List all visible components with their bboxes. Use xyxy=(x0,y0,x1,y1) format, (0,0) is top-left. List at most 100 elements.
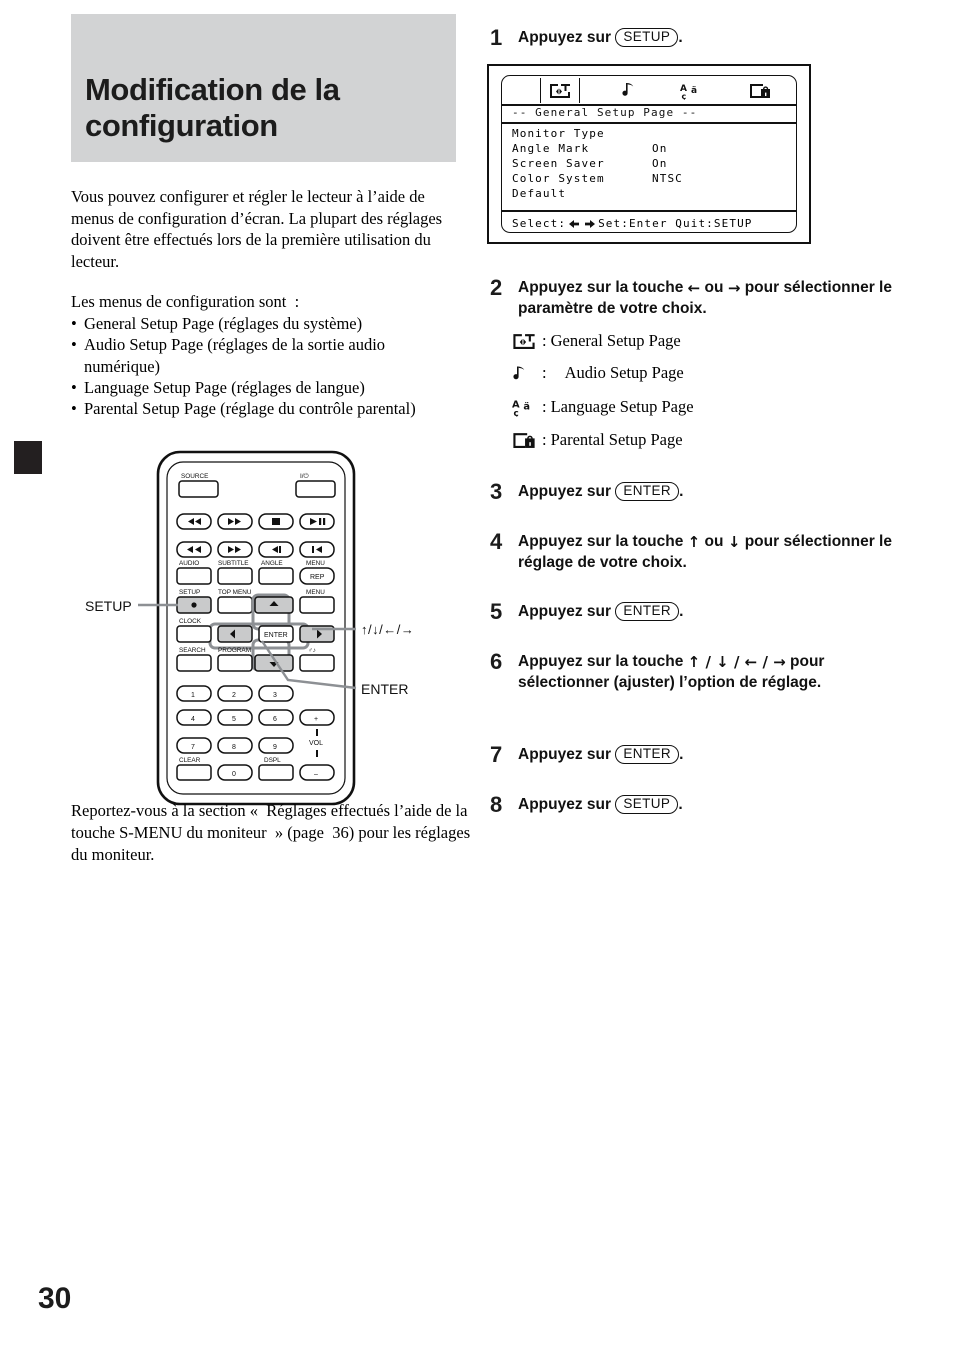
osd-row-label: Monitor Type xyxy=(512,127,605,140)
osd-row-label: Default xyxy=(512,187,567,200)
legend-colon: : xyxy=(542,363,547,383)
list-item: • Audio Setup Page (réglages de la sortie… xyxy=(71,334,461,377)
legend-colon: : xyxy=(542,330,547,350)
svg-text:VOL: VOL xyxy=(309,740,323,747)
step-number: 2 xyxy=(490,275,503,300)
list-item-label: Parental Setup Page (réglage du contrôle… xyxy=(84,399,416,419)
list-item: • Language Setup Page (réglages de langue… xyxy=(71,377,461,398)
legend-colon: : xyxy=(542,396,547,416)
step-8: 8 Appuyez sur SETUP. xyxy=(490,792,910,817)
svg-text:SEARCH: SEARCH xyxy=(179,647,206,654)
legend-label: Parental Setup Page xyxy=(550,429,683,449)
step-text: Appuyez sur la touche xyxy=(518,653,688,670)
step-number: 3 xyxy=(490,479,503,504)
osd-row[interactable]: Color System NTSC xyxy=(512,171,683,186)
svg-text:I/⏻: I/⏻ xyxy=(300,473,309,480)
legend-label: General Setup Page xyxy=(550,330,681,350)
step-1: 1 Appuyez sur SETUP. xyxy=(490,25,910,50)
svg-text:ä: ä xyxy=(523,401,530,412)
step-text-end: . xyxy=(679,603,684,620)
osd-row[interactable]: Default xyxy=(512,186,683,201)
osd-row-label: Screen Saver xyxy=(512,157,605,170)
step-3: 3 Appuyez sur ENTER. xyxy=(490,479,910,504)
step-7: 7 Appuyez sur ENTER. xyxy=(490,742,910,767)
svg-text:ENTER: ENTER xyxy=(264,632,288,639)
down-arrow-icon: ↓ xyxy=(727,533,741,551)
general-setup-icon xyxy=(512,333,542,350)
osd-footer-rule xyxy=(502,210,796,212)
svg-text:8: 8 xyxy=(232,744,236,751)
osd-tab-parental[interactable] xyxy=(740,78,780,103)
osd-page-title: -- General Setup Page -- xyxy=(512,106,698,119)
svg-text:0: 0 xyxy=(232,771,236,778)
legend-colon: : xyxy=(542,429,547,449)
osd-row[interactable]: Screen Saver On xyxy=(512,156,683,171)
svg-text:1: 1 xyxy=(191,692,195,699)
bullet-glyph: • xyxy=(71,399,77,419)
svg-text:ç: ç xyxy=(514,408,519,416)
bullet-glyph: • xyxy=(71,378,77,398)
right-column: 1 Appuyez sur SETUP. xyxy=(490,25,910,60)
step-number: 4 xyxy=(490,529,503,554)
list-item-label: Language Setup Page (réglages de langue) xyxy=(84,378,365,398)
step-text: Appuyez sur xyxy=(518,603,616,620)
audio-note-icon xyxy=(512,365,542,383)
step-text: ou xyxy=(700,533,728,550)
bullet-glyph: • xyxy=(71,313,77,333)
bullet-glyph: • xyxy=(71,335,77,355)
osd-tab-general[interactable] xyxy=(540,78,580,103)
step-text: Appuyez sur la touche xyxy=(518,533,688,550)
step-2: 2 Appuyez sur la touche ← ou → pour séle… xyxy=(490,275,910,319)
svg-text:PROGRAM: PROGRAM xyxy=(218,647,251,654)
step-text-end: . xyxy=(679,746,684,763)
svg-text:5: 5 xyxy=(232,716,236,723)
menus-intro: Les menus de configuration sont : xyxy=(71,291,300,311)
step-text: Appuyez sur xyxy=(518,796,616,813)
osd-footer: Select: Set:Enter Quit:SETUP xyxy=(512,217,753,230)
legend-row-parental: : Parental Setup Page xyxy=(512,429,910,449)
right-arrow-icon: → xyxy=(727,279,741,297)
monitor-settings-note: Reportez-vous à la section « Réglages ef… xyxy=(71,801,471,864)
osd-tab-language[interactable]: A ç ä xyxy=(672,78,714,103)
direction-arrows-icon: ↑ / ↓ / ← / → xyxy=(687,653,786,671)
osd-row[interactable]: Monitor Type xyxy=(512,126,683,141)
osd-row[interactable]: Angle Mark On xyxy=(512,141,683,156)
legend-label: Language Setup Page xyxy=(550,396,694,416)
svg-text:7: 7 xyxy=(191,744,195,751)
callout-arrows-label: ↑/↓/←/→ xyxy=(361,622,415,637)
step-number: 5 xyxy=(490,599,503,624)
step-6: 6 Appuyez sur la touche ↑ / ↓ / ← / → po… xyxy=(490,649,910,693)
step-text-end: . xyxy=(678,29,683,46)
svg-text:–: – xyxy=(314,771,318,778)
svg-text:ANGLE: ANGLE xyxy=(261,560,283,567)
svg-text:4: 4 xyxy=(191,716,195,723)
osd-row-value: NTSC xyxy=(652,172,683,185)
osd-footer-select: Select: xyxy=(512,217,567,230)
step-text: Appuyez sur xyxy=(518,746,616,763)
svg-text:REP: REP xyxy=(310,574,325,581)
page-title-band: Modification de la configuration xyxy=(71,14,456,162)
svg-text:9: 9 xyxy=(273,744,277,751)
svg-text:♂♪: ♂♪ xyxy=(308,647,316,654)
left-column: Modification de la configuration Vous po… xyxy=(71,14,461,420)
svg-text:CLOCK: CLOCK xyxy=(179,618,202,625)
parental-lock-icon xyxy=(512,432,542,449)
svg-text:SETUP: SETUP xyxy=(179,589,200,596)
callout-setup-label: SETUP xyxy=(85,598,132,614)
svg-text:2: 2 xyxy=(232,692,236,699)
list-item-label: Audio Setup Page (réglages de la sortie … xyxy=(84,335,386,376)
osd-row-value: On xyxy=(652,142,668,155)
legend-label: Audio Setup Page xyxy=(564,363,684,383)
step-text-end: . xyxy=(679,483,684,500)
svg-text:6: 6 xyxy=(273,716,277,723)
osd-row-label: Angle Mark xyxy=(512,142,590,155)
page-title: Modification de la configuration xyxy=(85,72,340,143)
language-icon: A ç ä xyxy=(512,398,542,417)
osd-tab-audio[interactable] xyxy=(610,78,646,103)
osd-title-rule xyxy=(502,122,796,124)
svg-text:MENU: MENU xyxy=(306,589,325,596)
parental-lock-icon xyxy=(750,83,770,98)
up-arrow-icon: ↑ xyxy=(687,533,701,551)
keycap-setup: SETUP xyxy=(615,28,679,48)
osd-tab-bar: A ç ä xyxy=(502,76,796,106)
